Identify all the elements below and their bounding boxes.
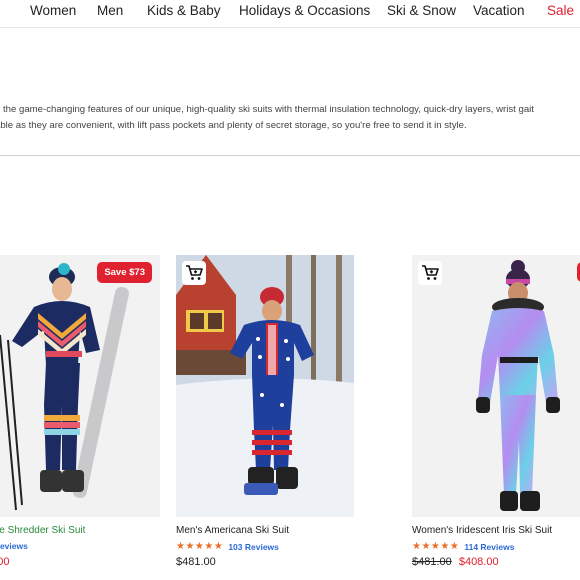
product-rating: ★★★★★ 114 Reviews: [412, 541, 514, 552]
review-count[interactable]: 114 Reviews: [464, 542, 514, 552]
category-description: e the game-changing features of our uniq…: [0, 104, 580, 156]
sale-price: $408.00: [458, 556, 499, 568]
review-count[interactable]: 103 Reviews: [228, 542, 279, 552]
add-to-cart-button[interactable]: [182, 261, 206, 285]
nav-vacation[interactable]: Vacation: [473, 3, 525, 18]
sale-price: 08.00: [0, 556, 10, 568]
product-name[interactable]: Men's Americana Ski Suit: [176, 525, 289, 536]
product-card[interactable]: Women's Iridescent Iris Ski Suit ★★★★★ 1…: [412, 255, 580, 568]
description-line-2: able as they are convenient, with lift p…: [0, 120, 467, 131]
product-price: 08.00: [0, 556, 10, 568]
product-rating: ★★★★★ 103 Reviews: [176, 541, 279, 552]
nav-women[interactable]: Women: [30, 3, 76, 18]
product-photo-americana-ski-suit: [176, 255, 354, 517]
review-count[interactable]: 55 Reviews: [0, 541, 28, 551]
product-name[interactable]: Women's Iridescent Iris Ski Suit: [412, 525, 552, 536]
nav-men[interactable]: Men: [97, 3, 123, 18]
product-card[interactable]: Men's Americana Ski Suit ★★★★★ 103 Revie…: [176, 255, 354, 568]
product-photo-iridescent-ski-suit: [412, 255, 580, 517]
product-image[interactable]: [176, 255, 354, 517]
save-badge: Save $73: [97, 262, 152, 283]
rating-stars: ★★★★★: [412, 541, 460, 552]
top-nav: Women Men Kids & Baby Holidays & Occasio…: [0, 0, 580, 28]
product-photo-retro-ski-suit: [0, 255, 160, 517]
cart-icon: [186, 265, 203, 280]
nav-sale[interactable]: Sale: [547, 3, 574, 18]
product-rating: 55 Reviews: [0, 541, 28, 551]
product-price: $481.00 $408.00: [412, 556, 499, 568]
product-price: $481.00: [176, 556, 216, 568]
rating-stars: ★★★★★: [176, 541, 224, 552]
add-to-cart-button[interactable]: [418, 261, 442, 285]
original-price: $481.00: [412, 556, 452, 568]
nav-kids-baby[interactable]: Kids & Baby: [147, 3, 221, 18]
regular-price: $481.00: [176, 556, 216, 568]
cart-icon: [422, 265, 439, 280]
product-name[interactable]: ta Fe Shredder Ski Suit: [0, 525, 85, 536]
nav-holidays-occasions[interactable]: Holidays & Occasions: [239, 3, 370, 18]
description-line-1: e the game-changing features of our uniq…: [0, 104, 534, 115]
product-card[interactable]: Save $73 ta Fe Shredder Ski Suit 55 Revi…: [0, 255, 160, 568]
nav-ski-snow[interactable]: Ski & Snow: [387, 3, 456, 18]
product-image[interactable]: Save $73: [0, 255, 160, 517]
product-image[interactable]: [412, 255, 580, 517]
